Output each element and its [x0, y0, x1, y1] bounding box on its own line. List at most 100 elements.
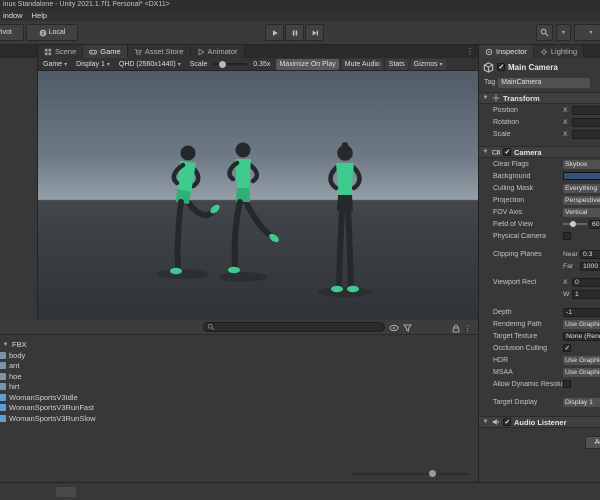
clear-flags-dropdown[interactable]: Skybox — [563, 159, 600, 169]
gamepad-icon — [89, 48, 98, 56]
project-search-input[interactable] — [217, 323, 381, 331]
tab-lighting[interactable]: Lighting — [533, 45, 585, 58]
position-x-field[interactable] — [572, 105, 600, 115]
layout-dropdown[interactable]: ▾ — [574, 24, 600, 41]
project-item-label: ant — [9, 361, 20, 371]
audio-listener-component-header[interactable]: ▼ Audio Listener — [479, 416, 600, 428]
target-texture-object-field[interactable]: None (Render Texture) — [563, 331, 600, 341]
globe-icon — [39, 29, 47, 37]
maximize-on-play-toggle[interactable]: Maximize On Play — [276, 58, 339, 70]
view-tab-strip: Scene Game Asset Store Animator ⋮ — [38, 45, 478, 58]
camera-title: Camera — [514, 147, 542, 157]
add-component-button[interactable]: Add Component — [585, 436, 600, 449]
project-item[interactable]: WomanSportsV3Idle — [0, 392, 478, 403]
hdr-dropdown[interactable]: Use Graphics Settings — [563, 355, 600, 365]
culling-mask-dropdown[interactable]: Everything — [563, 183, 600, 193]
search-button[interactable] — [536, 24, 553, 41]
gameobject-enabled-checkbox[interactable] — [497, 63, 505, 71]
tag-label: Tag — [484, 79, 496, 86]
rotation-x-field[interactable] — [572, 117, 600, 127]
speaker-icon — [492, 418, 500, 426]
project-item[interactable]: hirt — [0, 382, 478, 393]
scale-slider[interactable] — [213, 60, 248, 68]
project-folder-fbx[interactable]: ▼ FBX — [0, 339, 478, 350]
project-item[interactable]: WomanSportsV3RunSlow — [0, 413, 478, 424]
game-mode-dropdown[interactable]: Game ▾ — [40, 59, 70, 70]
fov-axis-dropdown[interactable]: Vertical — [563, 207, 600, 217]
mesh-asset-icon — [0, 362, 6, 370]
gizmos-dropdown[interactable]: Gizmos ▾ — [410, 58, 446, 70]
foldout-triangle-icon[interactable]: ▼ — [2, 342, 9, 348]
thumbnail-zoom-knob[interactable] — [429, 470, 436, 477]
menu-item-window[interactable]: indow — [0, 11, 29, 20]
near-clip-field[interactable]: 0.3 — [580, 249, 600, 259]
menu-item-help[interactable]: Help — [29, 11, 53, 20]
resolution-dropdown[interactable]: QHD (2560x1440) ▾ — [116, 59, 184, 70]
foldout-triangle-icon[interactable]: ▼ — [482, 149, 489, 155]
eye-icon[interactable] — [388, 323, 399, 333]
allow-dynamic-resolution-checkbox[interactable] — [563, 380, 571, 388]
local-toggle-button[interactable]: Local — [26, 24, 78, 41]
project-item-label: body — [9, 350, 26, 360]
mesh-asset-icon — [0, 372, 6, 380]
scale-slider-knob[interactable] — [219, 60, 227, 68]
lock-icon[interactable] — [450, 323, 461, 333]
filter-icon[interactable] — [402, 323, 413, 333]
physical-camera-checkbox[interactable] — [563, 232, 571, 240]
inspector-icon — [485, 48, 493, 56]
viewport-w-field[interactable]: 1 — [572, 289, 600, 299]
msaa-dropdown[interactable]: Use Graphics Settings — [563, 367, 600, 377]
display-dropdown[interactable]: Display 1 ▾ — [73, 59, 113, 70]
tab-menu-icon[interactable]: ⋮ — [462, 45, 478, 58]
gameobject-name: Main Camera — [508, 62, 558, 72]
tab-scene[interactable]: Scene — [38, 45, 84, 58]
thumbnail-zoom-slider[interactable] — [352, 473, 470, 475]
far-clip-field[interactable]: 1000 — [580, 261, 600, 271]
project-item-label: WomanSportsV3Idle — [9, 392, 78, 402]
transform-component-header[interactable]: ▼ Transform — [479, 92, 600, 104]
search-icon — [540, 28, 549, 37]
mesh-asset-icon — [0, 383, 6, 391]
background-color-swatch[interactable] — [563, 172, 600, 180]
audio-listener-enabled-checkbox[interactable] — [503, 418, 511, 426]
project-search-field[interactable] — [203, 322, 385, 332]
project-item[interactable]: body — [0, 350, 478, 361]
field-of-view-slider[interactable] — [563, 221, 587, 227]
pivot-toggle-button[interactable]: Pivot — [0, 24, 24, 41]
camera-component-header[interactable]: ▼ Camera — [479, 146, 600, 158]
tab-game[interactable]: Game — [83, 45, 128, 58]
stats-toggle[interactable]: Stats — [385, 58, 408, 70]
mute-audio-toggle[interactable]: Mute Audio — [341, 58, 383, 70]
mesh-asset-icon — [0, 351, 6, 359]
menu-bar: indow Help — [0, 10, 600, 21]
layers-dropdown[interactable]: ▾ — [556, 24, 571, 41]
field-of-view-field[interactable]: 60 — [589, 219, 600, 229]
camera-enabled-checkbox[interactable] — [503, 148, 511, 156]
project-item[interactable]: hoe — [0, 371, 478, 382]
tab-asset-store[interactable]: Asset Store — [127, 45, 191, 58]
foldout-triangle-icon[interactable]: ▼ — [482, 419, 489, 425]
occlusion-culling-checkbox[interactable] — [563, 344, 571, 352]
tab-inspector[interactable]: Inspector — [479, 45, 534, 58]
tag-dropdown[interactable]: MainCamera — [498, 77, 591, 88]
project-item[interactable]: ant — [0, 361, 478, 372]
project-item[interactable]: WomanSportsV3RunFast — [0, 403, 478, 414]
scale-x-field[interactable] — [572, 129, 600, 139]
step-button[interactable] — [305, 24, 324, 41]
foldout-triangle-icon[interactable]: ▼ — [482, 95, 489, 101]
game-viewport[interactable] — [38, 71, 478, 320]
tab-animator[interactable]: Animator — [190, 45, 245, 58]
play-button[interactable] — [265, 24, 284, 41]
animation-clip-icon — [0, 393, 6, 401]
viewport-x-field[interactable]: 0 — [572, 277, 600, 287]
pause-button[interactable] — [285, 24, 304, 41]
resolution-label: QHD (2560x1440) — [118, 60, 176, 68]
depth-field[interactable]: -1 — [563, 307, 600, 317]
rendering-path-dropdown[interactable]: Use Graphics Settings — [563, 319, 600, 329]
target-display-dropdown[interactable]: Display 1 — [563, 397, 600, 407]
project-item-label: WomanSportsV3RunSlow — [9, 413, 96, 423]
pause-icon — [291, 29, 299, 37]
projection-dropdown[interactable]: Perspective — [563, 195, 600, 205]
camera-icon — [492, 148, 500, 156]
menu-icon[interactable]: ⋮ — [462, 323, 473, 333]
